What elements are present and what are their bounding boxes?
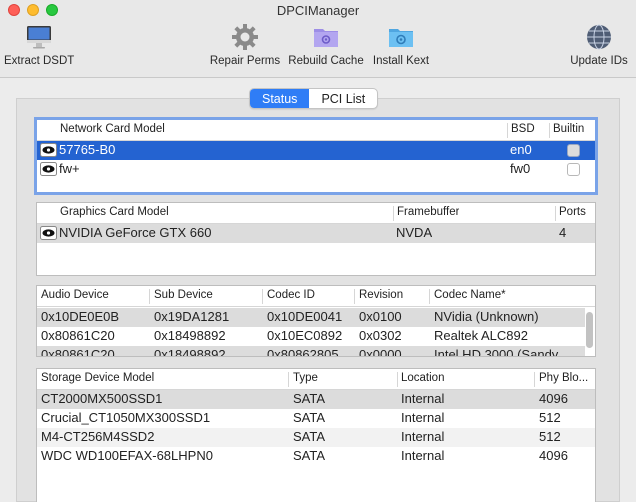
- audio-codec-name-cell: NVidia (Unknown): [434, 309, 539, 324]
- graphics-card-table[interactable]: Graphics Card Model Framebuffer Ports NV…: [36, 202, 596, 276]
- table-row[interactable]: 57765-B0 en0: [37, 141, 595, 160]
- storage-type-cell: SATA: [293, 410, 326, 425]
- storage-phy-cell: 512: [539, 410, 561, 425]
- audio-scrollbar[interactable]: [586, 312, 593, 348]
- audio-device-cell: 0x80861C20: [41, 328, 115, 343]
- table-row[interactable]: 0x10DE0E0B 0x19DA1281 0x10DE0041 0x0100 …: [37, 308, 585, 327]
- column-builtin[interactable]: Builtin: [553, 123, 584, 135]
- storage-model-cell: WDC WD100EFAX-68LHPN0: [41, 448, 213, 463]
- storage-device-table[interactable]: Storage Device Model Type Location Phy B…: [36, 368, 596, 502]
- graphics-ports-cell: 4: [559, 225, 567, 240]
- column-audio-device[interactable]: Audio Device: [41, 289, 109, 301]
- column-bsd[interactable]: BSD: [511, 123, 535, 135]
- globe-icon: [587, 24, 611, 50]
- audio-device-cell: 0x10DE0E0B: [41, 309, 120, 324]
- table-row[interactable]: CT2000MX500SSD1 SATA Internal 4096: [37, 390, 595, 409]
- install-kext-label: Install Kext: [372, 55, 430, 67]
- audio-device-cell: 0x80861C20: [41, 347, 115, 357]
- extract-dsdt-button[interactable]: Extract DSDT: [4, 22, 74, 67]
- storage-location-cell: Internal: [401, 410, 445, 425]
- column-revision[interactable]: Revision: [359, 289, 403, 301]
- table-row[interactable]: fw+ fw0: [37, 160, 595, 179]
- audio-codec-id-cell: 0x10EC0892: [267, 328, 343, 343]
- column-graphics-card-model[interactable]: Graphics Card Model: [60, 206, 169, 218]
- network-table-header: Network Card Model BSD Builtin: [37, 120, 595, 141]
- builtin-checkbox[interactable]: [567, 144, 580, 157]
- window-title: DPCIManager: [276, 3, 360, 18]
- repair-perms-button[interactable]: Repair Perms: [209, 22, 281, 67]
- view-switcher: Status PCI List: [249, 88, 379, 109]
- folder-icon: [314, 29, 338, 47]
- storage-location-cell: Internal: [401, 429, 445, 444]
- install-kext-button[interactable]: Install Kext: [371, 22, 431, 67]
- column-ports[interactable]: Ports: [559, 206, 586, 218]
- eye-icon: [40, 226, 57, 240]
- network-model-cell: fw+: [59, 161, 80, 176]
- table-row[interactable]: 0x80861C20 0x18498892 0x80862805 0x0000 …: [37, 346, 585, 357]
- storage-type-cell: SATA: [293, 429, 326, 444]
- audio-sub-cell: 0x19DA1281: [154, 309, 230, 324]
- storage-model-cell: Crucial_CT1050MX300SSD1: [41, 410, 211, 425]
- toolbar: Extract DSDT Repair Perms Rebuild Cache: [0, 20, 636, 78]
- table-row[interactable]: M4-CT256M4SSD2 SATA Internal 512: [37, 428, 595, 447]
- audio-rows: 0x10DE0E0B 0x19DA1281 0x10DE0041 0x0100 …: [37, 308, 585, 357]
- audio-codec-name-cell: Realtek ALC892: [434, 328, 528, 343]
- column-type[interactable]: Type: [293, 372, 318, 384]
- graphics-framebuffer-cell: NVDA: [396, 225, 433, 240]
- storage-location-cell: Internal: [401, 448, 445, 463]
- rebuild-cache-button[interactable]: Rebuild Cache: [288, 22, 364, 67]
- audio-revision-cell: 0x0100: [359, 309, 402, 324]
- column-storage-device-model[interactable]: Storage Device Model: [41, 372, 154, 384]
- eye-icon: [40, 143, 57, 157]
- table-row[interactable]: NVIDIA GeForce GTX 660 NVDA 4: [37, 224, 595, 243]
- network-model-cell: 57765-B0: [59, 142, 116, 157]
- network-bsd-cell: fw0: [510, 161, 531, 176]
- column-sub-device[interactable]: Sub Device: [154, 289, 213, 301]
- storage-model-cell: CT2000MX500SSD1: [41, 391, 163, 406]
- extract-dsdt-label: Extract DSDT: [4, 55, 75, 67]
- storage-phy-cell: 512: [539, 429, 561, 444]
- storage-location-cell: Internal: [401, 391, 445, 406]
- repair-perms-label: Repair Perms: [209, 55, 281, 67]
- tab-pci-list[interactable]: PCI List: [309, 89, 377, 108]
- builtin-checkbox[interactable]: [567, 163, 580, 176]
- rebuild-cache-label: Rebuild Cache: [288, 55, 364, 67]
- graphics-model-cell: NVIDIA GeForce GTX 660: [59, 225, 212, 240]
- column-phy-block[interactable]: Phy Blo...: [539, 372, 595, 384]
- audio-codec-name-cell: Intel HD 3000 (Sandy: [434, 347, 559, 357]
- audio-device-table[interactable]: Audio Device Sub Device Codec ID Revisio…: [36, 285, 596, 357]
- table-row[interactable]: WDC WD100EFAX-68LHPN0 SATA Internal 4096: [37, 447, 595, 466]
- storage-phy-cell: 4096: [539, 448, 568, 463]
- storage-type-cell: SATA: [293, 448, 326, 463]
- folder-icon: [389, 29, 413, 47]
- storage-type-cell: SATA: [293, 391, 326, 406]
- imac-icon: [27, 26, 51, 49]
- update-ids-label: Update IDs: [570, 55, 628, 67]
- tab-status[interactable]: Status: [250, 89, 310, 108]
- audio-sub-cell: 0x18498892: [154, 328, 226, 343]
- column-framebuffer[interactable]: Framebuffer: [397, 206, 459, 218]
- column-codec-name[interactable]: Codec Name*: [434, 289, 506, 301]
- graphics-table-header: Graphics Card Model Framebuffer Ports: [37, 203, 595, 224]
- column-network-card-model[interactable]: Network Card Model: [60, 123, 165, 135]
- network-bsd-cell: en0: [510, 142, 532, 157]
- column-codec-id[interactable]: Codec ID: [267, 289, 315, 301]
- audio-revision-cell: 0x0302: [359, 328, 402, 343]
- audio-sub-cell: 0x18498892: [154, 347, 226, 357]
- gear-icon: [232, 24, 258, 50]
- network-card-table[interactable]: Network Card Model BSD Builtin 57765-B0 …: [34, 117, 598, 195]
- storage-phy-cell: 4096: [539, 391, 568, 406]
- storage-table-header: Storage Device Model Type Location Phy B…: [37, 369, 595, 390]
- audio-codec-id-cell: 0x10DE0041: [267, 309, 343, 324]
- audio-revision-cell: 0x0000: [359, 347, 402, 357]
- update-ids-button[interactable]: Update IDs: [568, 22, 630, 67]
- eye-icon: [40, 162, 57, 176]
- audio-table-header: Audio Device Sub Device Codec ID Revisio…: [37, 286, 595, 307]
- storage-model-cell: M4-CT256M4SSD2: [41, 429, 155, 444]
- title-bar: DPCIManager: [0, 0, 636, 20]
- column-location[interactable]: Location: [401, 372, 444, 384]
- table-row[interactable]: 0x80861C20 0x18498892 0x10EC0892 0x0302 …: [37, 327, 585, 346]
- table-row[interactable]: Crucial_CT1050MX300SSD1 SATA Internal 51…: [37, 409, 595, 428]
- audio-codec-id-cell: 0x80862805: [267, 347, 339, 357]
